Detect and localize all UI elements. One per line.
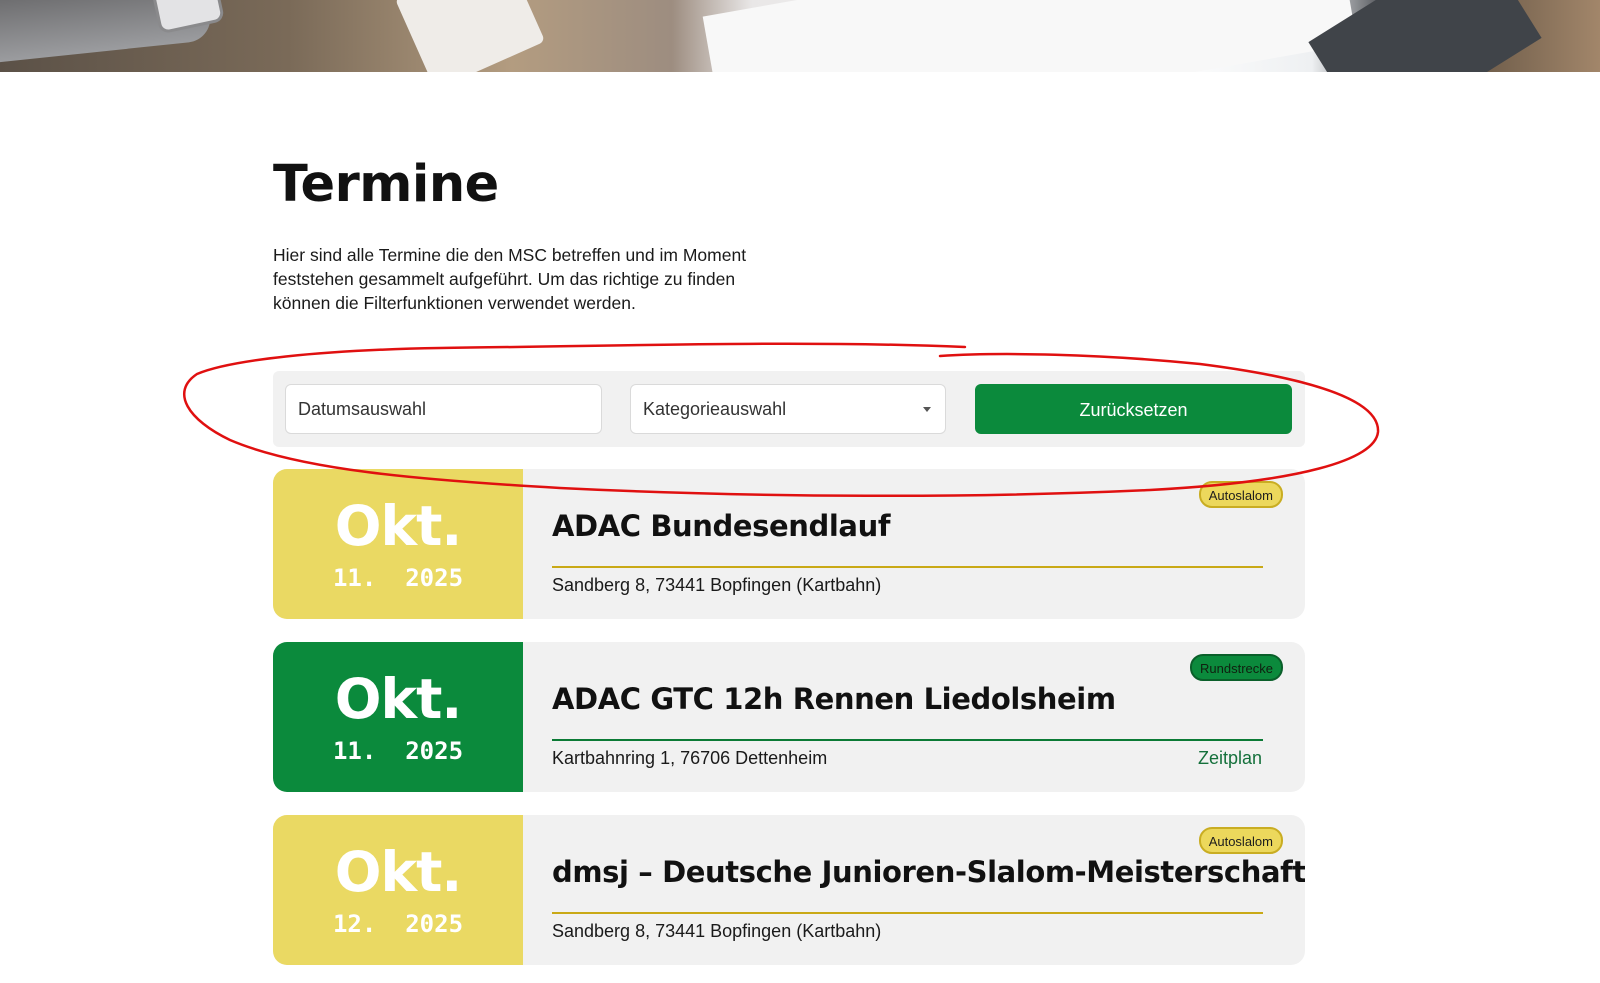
- category-badge: Autoslalom: [1198, 827, 1283, 854]
- event-address: Sandberg 8, 73441 Bopfingen (Kartbahn): [552, 575, 882, 595]
- event-card[interactable]: Okt. 12. 2025 Autoslalom dmsj – Deutsche…: [273, 815, 1305, 965]
- event-divider: [552, 739, 1263, 741]
- date-filter-input[interactable]: Datumsauswahl: [285, 384, 602, 434]
- event-address: Sandberg 8, 73441 Bopfingen (Kartbahn): [552, 921, 882, 941]
- category-select-label: Kategorieauswahl: [643, 399, 787, 419]
- category-badge: Autoslalom: [1198, 481, 1283, 508]
- event-title[interactable]: dmsj – Deutsche Junioren-Slalom-Meisters…: [552, 855, 1305, 889]
- page-title: Termine: [273, 155, 499, 214]
- page-intro: Hier sind alle Termine die den MSC betre…: [273, 245, 747, 313]
- dropdown-caret-icon: [923, 407, 931, 412]
- schedule-link[interactable]: Zeitplan: [1198, 748, 1262, 769]
- event-day-year: 11. 2025: [332, 564, 464, 592]
- event-month: Okt.: [334, 667, 463, 731]
- event-day-year: 11. 2025: [332, 737, 464, 765]
- event-title[interactable]: ADAC GTC 12h Rennen Liedolsheim: [552, 682, 1116, 716]
- event-date-box: Okt. 12. 2025: [273, 815, 523, 965]
- paper-shape: [394, 0, 546, 72]
- event-address: Kartbahnring 1, 76706 Dettenheim: [552, 748, 828, 768]
- category-filter-select[interactable]: Kategorieauswahl: [630, 384, 946, 434]
- event-month: Okt.: [334, 840, 463, 904]
- event-day-year: 12. 2025: [332, 910, 464, 938]
- event-date-box: Okt. 11. 2025: [273, 642, 523, 792]
- event-title[interactable]: ADAC Bundesendlauf: [552, 509, 890, 543]
- event-divider: [552, 566, 1263, 568]
- event-card[interactable]: Okt. 11. 2025 Rundstrecke ADAC GTC 12h R…: [273, 642, 1305, 792]
- calendar-shape: [702, 0, 1358, 72]
- category-badge: Rundstrecke: [1190, 654, 1283, 681]
- reset-button[interactable]: Zurücksetzen: [975, 384, 1292, 434]
- event-card[interactable]: Okt. 11. 2025 Autoslalom ADAC Bundesendl…: [273, 469, 1305, 619]
- event-date-box: Okt. 11. 2025: [273, 469, 523, 619]
- event-divider: [552, 912, 1263, 914]
- hero-banner-image: [0, 0, 1600, 72]
- event-month: Okt.: [334, 494, 463, 558]
- filter-bar: Datumsauswahl Kategorieauswahl Zurückset…: [273, 371, 1305, 447]
